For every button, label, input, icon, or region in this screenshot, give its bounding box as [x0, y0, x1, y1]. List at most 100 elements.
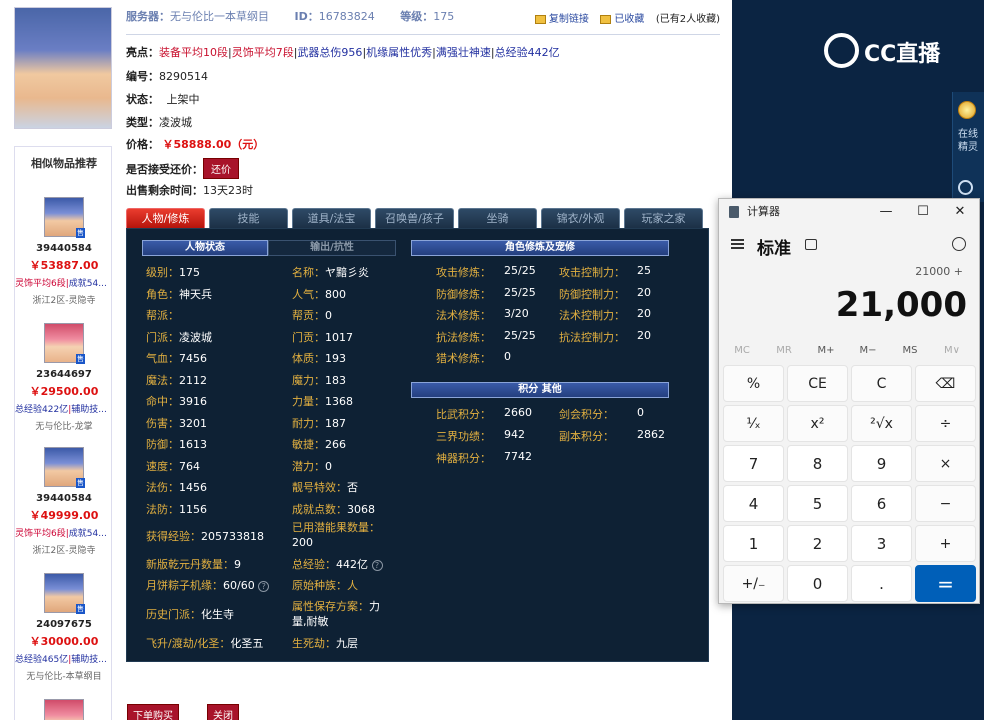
char-status-tab[interactable]: 人物状态	[142, 240, 268, 256]
stat-label: 抗法控制力：	[559, 330, 625, 344]
stat-attr-plan: 属性保存方案：力量,耐敏	[292, 600, 380, 628]
six-button[interactable]: 6	[851, 485, 912, 522]
stat-label: 猎术修炼：	[436, 352, 491, 365]
memory-list-button[interactable]: M∨	[932, 345, 972, 356]
calc-mode-title: 标准	[757, 239, 791, 259]
similar-item-card[interactable]: 售 39440584 ￥49999.00 灵饰平均6段|成就54... 浙江2区…	[15, 447, 113, 556]
item-thumbnail[interactable]	[44, 699, 84, 720]
status-row: 状态： 上架中	[126, 93, 200, 106]
stat-row: 靓号特效：否	[292, 479, 358, 495]
copy-link-button[interactable]: 复制链接	[534, 14, 589, 25]
decimal-button[interactable]: .	[851, 565, 912, 602]
tab-outfits[interactable]: 锦衣/外观	[541, 208, 620, 228]
item-thumbnail[interactable]: 售	[44, 323, 85, 364]
similar-item-card[interactable]: 售 39440584 ￥53887.00 灵饰平均6段|成就54... 浙江2区…	[15, 197, 113, 306]
memory-store-button[interactable]: MS	[890, 345, 930, 356]
similar-item-card[interactable]	[15, 699, 113, 720]
stat-label: 比武积分：	[436, 408, 491, 421]
five-button[interactable]: 5	[787, 485, 848, 522]
history-icon[interactable]	[952, 237, 966, 251]
stat-row: 帮派：	[146, 307, 179, 323]
level-value: 175	[433, 10, 455, 23]
stat-life-death: 生死劫：九层	[292, 637, 358, 650]
negate-button[interactable]: +/₋	[723, 565, 784, 602]
hamburger-menu-icon[interactable]	[731, 239, 744, 249]
stat-label: 防御控制力：	[559, 287, 625, 301]
close-window-button[interactable]: ✕	[950, 203, 970, 221]
for-sale-badge: 售	[76, 354, 85, 364]
stat-row: 帮贡：0	[292, 307, 332, 323]
clock-icon[interactable]	[958, 180, 973, 195]
favorite-button[interactable]: 已收藏	[600, 14, 644, 25]
clear-entry-button[interactable]: CE	[787, 365, 848, 402]
item-server: 浙江2区-灵隐寺	[32, 546, 96, 556]
resist-tab[interactable]: 输出/抗性	[268, 240, 396, 256]
help-icon[interactable]: ?	[258, 580, 270, 592]
item-price: ￥30000.00	[29, 635, 99, 648]
memory-recall-button[interactable]: MR	[764, 345, 804, 356]
stat-value: 7742	[504, 450, 532, 463]
equals-button[interactable]: =	[915, 565, 976, 602]
tab-mounts[interactable]: 坐骑	[458, 208, 537, 228]
stat-label: 气血：	[146, 352, 179, 365]
similar-item-card[interactable]: 售 23644697 ￥29500.00 总经验422亿|辅助技... 无与伦比…	[15, 323, 113, 432]
stat-value: 266	[325, 438, 346, 451]
item-id: 23644697	[36, 369, 92, 380]
stat-value: 3916	[179, 395, 207, 408]
stat-label: 靓号特效：	[292, 481, 347, 494]
seven-button[interactable]: 7	[723, 445, 784, 482]
item-thumbnail[interactable]: 售	[44, 197, 85, 238]
keep-on-top-icon[interactable]	[805, 239, 817, 250]
stat-row: 门贡：1017	[292, 329, 353, 345]
two-button[interactable]: 2	[787, 525, 848, 562]
memory-clear-button[interactable]: MC	[722, 345, 762, 356]
item-thumbnail[interactable]: 售	[44, 447, 85, 488]
backspace-button[interactable]: ⌫	[915, 365, 976, 402]
percent-button[interactable]: %	[723, 365, 784, 402]
memory-add-button[interactable]: M+	[806, 345, 846, 356]
stat-label: 法防：	[146, 502, 179, 516]
maximize-button[interactable]: ☐	[913, 203, 933, 221]
stat-row: 防御：1613	[146, 436, 207, 452]
stat-row: 伤害：3201	[146, 415, 207, 431]
online-elf-label[interactable]: 在线精灵	[956, 128, 980, 154]
calc-titlebar: 计算器	[729, 203, 780, 223]
close-button[interactable]: 关闭	[207, 704, 239, 720]
three-button[interactable]: 3	[851, 525, 912, 562]
square-root-button[interactable]: ²√x	[851, 405, 912, 442]
tab-pets[interactable]: 召唤兽/孩子	[375, 208, 454, 228]
eight-button[interactable]: 8	[787, 445, 848, 482]
stat-value: 20	[637, 328, 651, 342]
four-button[interactable]: 4	[723, 485, 784, 522]
memory-subtract-button[interactable]: M−	[848, 345, 888, 356]
tab-character[interactable]: 人物/修炼	[126, 208, 205, 228]
minimize-button[interactable]: —	[876, 203, 896, 221]
clear-button[interactable]: C	[851, 365, 912, 402]
stat-label: 帮派：	[146, 309, 179, 322]
elf-icon[interactable]	[958, 101, 976, 119]
divide-button[interactable]: ÷	[915, 405, 976, 442]
item-tags: 总经验422亿|辅助技...	[15, 405, 107, 415]
one-button[interactable]: 1	[723, 525, 784, 562]
reciprocal-button[interactable]: ¹⁄ₓ	[723, 405, 784, 442]
multiply-button[interactable]: ×	[915, 445, 976, 482]
item-thumbnail[interactable]: 售	[44, 573, 85, 614]
similar-item-card[interactable]: 售 24097675 ￥30000.00 总经验465亿|辅助技... 无与伦比…	[15, 573, 113, 682]
server-name: 无与伦比一本草纲目	[170, 10, 269, 23]
bargain-row: 是否接受还价： 还价	[126, 158, 239, 179]
tab-items[interactable]: 道具/法宝	[292, 208, 371, 228]
buy-button[interactable]: 下单购买	[127, 704, 179, 720]
stat-value: 3/20	[504, 307, 529, 320]
stat-label: 敏捷：	[292, 438, 325, 451]
minus-button[interactable]: −	[915, 485, 976, 522]
plus-button[interactable]: +	[915, 525, 976, 562]
stat-row: 耐力：187	[292, 415, 346, 431]
help-icon[interactable]: ?	[371, 559, 383, 571]
tab-home[interactable]: 玩家之家	[624, 208, 703, 228]
bargain-button[interactable]: 还价	[203, 158, 239, 179]
tab-skills[interactable]: 技能	[209, 208, 288, 228]
stat-label: 攻击控制力：	[559, 266, 625, 279]
nine-button[interactable]: 9	[851, 445, 912, 482]
square-button[interactable]: x²	[787, 405, 848, 442]
zero-button[interactable]: 0	[787, 565, 848, 602]
